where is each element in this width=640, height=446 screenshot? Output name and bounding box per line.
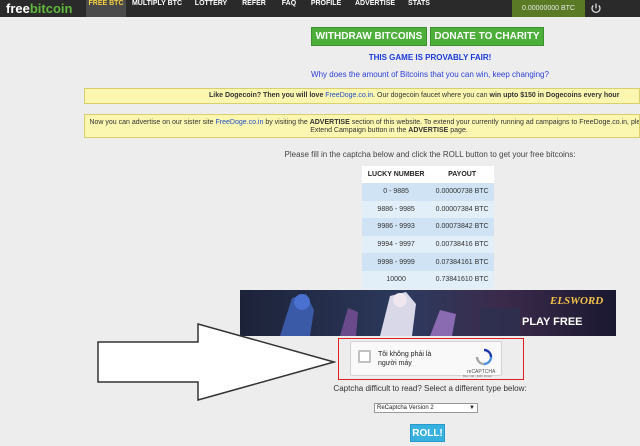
- withdraw-bitcoins-button[interactable]: WITHDRAW BITCOINS: [311, 27, 427, 46]
- advertise-notice: Now you can advertise on our sister site…: [84, 114, 640, 138]
- recaptcha-terms-link[interactable]: Bảo mật - Điều khoản: [463, 374, 492, 378]
- recaptcha-logo-icon: [475, 348, 493, 366]
- table-row: 9998 - 9999 0.07384161 BTC: [362, 253, 494, 271]
- column-header-payout: PAYOUT: [430, 166, 494, 183]
- nav-lottery[interactable]: LOTTERY: [188, 0, 234, 17]
- captcha-difficult-text: Captcha difficult to read? Select a diff…: [333, 384, 527, 393]
- roll-button[interactable]: ROLL!: [410, 424, 445, 442]
- recaptcha-widget: Tôi không phải là người máy reCAPTCHA Bả…: [350, 341, 502, 378]
- chevron-down-icon: ▼: [469, 405, 475, 411]
- nav-stats[interactable]: STATS: [402, 0, 436, 17]
- table-row: 0 - 9885 0.00000738 BTC: [362, 183, 494, 201]
- nav-advertise[interactable]: ADVERTISE: [348, 0, 402, 17]
- captcha-type-select[interactable]: ReCaptcha Version 2 ▼: [374, 403, 478, 413]
- top-nav: freebitcoin FREE BTC MULTIPLY BTC LOTTER…: [0, 0, 640, 17]
- nav-faq[interactable]: FAQ: [274, 0, 304, 17]
- column-header-lucky-number: LUCKY NUMBER: [362, 166, 431, 183]
- freedoge-link[interactable]: FreeDoge.co.in: [325, 92, 373, 99]
- table-row: 9886 - 9985 0.00007384 BTC: [362, 200, 494, 219]
- table-row: 9986 - 9993 0.00073842 BTC: [362, 218, 494, 236]
- nav-multiply-btc[interactable]: MULTIPLY BTC: [126, 0, 188, 17]
- nav-profile[interactable]: PROFILE: [304, 0, 348, 17]
- dogecoin-notice: Like Dogecoin? Then you will love FreeDo…: [84, 88, 640, 104]
- freebitcoin-logo[interactable]: freebitcoin: [6, 1, 72, 16]
- btc-balance: 0.00000000 BTC: [512, 0, 585, 17]
- elsword-brand: ELSWORD: [550, 295, 604, 307]
- why-amount-changing-link[interactable]: Why does the amount of Bitcoins that you…: [270, 70, 590, 79]
- table-row: 9994 - 9997 0.00738416 BTC: [362, 235, 494, 254]
- play-free-label: PLAY FREE: [522, 316, 583, 328]
- freedoge-link-2[interactable]: FreeDoge.co.in: [216, 119, 264, 126]
- captcha-instructions: Please fill in the captcha below and cli…: [284, 150, 576, 159]
- provably-fair-link[interactable]: THIS GAME IS PROVABLY FAIR!: [340, 53, 520, 62]
- nav-refer[interactable]: REFER: [234, 0, 274, 17]
- power-icon[interactable]: [588, 0, 604, 17]
- donate-to-charity-button[interactable]: DONATE TO CHARITY: [430, 27, 544, 46]
- payout-table: LUCKY NUMBER PAYOUT 0 - 9885 0.00000738 B…: [362, 166, 494, 289]
- table-row: 10000 0.73841610 BTC: [362, 270, 494, 289]
- recaptcha-label: Tôi không phải là người máy: [378, 351, 432, 367]
- nav-free-btc[interactable]: FREE BTC: [86, 0, 126, 17]
- recaptcha-checkbox[interactable]: [358, 350, 371, 363]
